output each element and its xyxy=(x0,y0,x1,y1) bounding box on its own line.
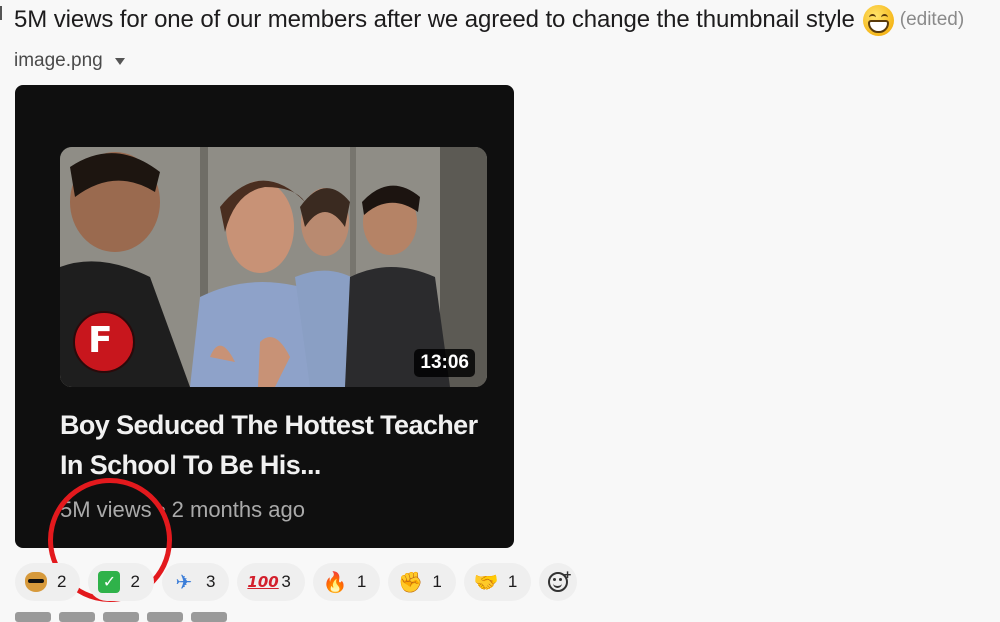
check-mark-icon: ✓ xyxy=(98,571,121,593)
reaction-fire[interactable]: 🔥 1 xyxy=(312,563,381,601)
fist-bump-icon: ✊ xyxy=(398,570,424,594)
reaction-fist-bump[interactable]: ✊ 1 xyxy=(388,563,456,601)
video-thumbnail: F 13:06 xyxy=(60,147,487,387)
preview-block xyxy=(15,612,51,622)
reaction-check-mark[interactable]: ✓ 2 xyxy=(88,563,154,601)
channel-logo-icon: F xyxy=(73,311,135,373)
reaction-count: 1 xyxy=(356,572,367,591)
fire-icon: 🔥 xyxy=(322,570,348,594)
image-attachment[interactable]: F 13:06 Boy Seduced The Hottest Teacher … xyxy=(15,85,514,548)
dog-sunglasses-icon xyxy=(25,572,47,592)
grinning-emoji-icon xyxy=(862,4,894,36)
preview-block xyxy=(103,612,139,622)
reaction-count: 1 xyxy=(507,572,518,591)
reaction-count: 3 xyxy=(281,572,291,591)
reaction-hundred[interactable]: 100 3 xyxy=(237,563,305,601)
reaction-dog-sunglasses[interactable]: 2 xyxy=(15,563,81,601)
next-message-preview xyxy=(15,612,227,622)
reaction-bar: 2 ✓ 2 ✈ 3 100 3 🔥 1 ✊ 1 🤝 1 + xyxy=(15,563,578,601)
plus-icon: + xyxy=(563,567,572,582)
preview-block xyxy=(59,612,95,622)
reaction-airplane[interactable]: ✈ 3 xyxy=(161,563,230,601)
video-title: Boy Seduced The Hottest Teacher In Schoo… xyxy=(60,410,478,480)
airplane-icon: ✈ xyxy=(175,570,193,594)
preview-block xyxy=(147,612,183,622)
reaction-count: 2 xyxy=(130,572,140,591)
message-edge-marker xyxy=(0,6,2,20)
caret-down-icon xyxy=(114,57,125,65)
preview-block xyxy=(191,612,227,622)
reaction-count: 1 xyxy=(432,572,442,591)
video-age: 2 months ago xyxy=(171,497,305,522)
reaction-count: 3 xyxy=(205,572,216,591)
edited-label: (edited) xyxy=(899,9,965,30)
video-duration: 13:06 xyxy=(414,349,475,377)
add-reaction-button[interactable]: + xyxy=(539,563,578,601)
message-text: 5M views for one of our members after we… xyxy=(14,6,855,33)
message-line: 5M views for one of our members after we… xyxy=(14,2,964,38)
file-name: image.png xyxy=(14,50,103,71)
hundred-points-icon: 100 xyxy=(247,573,279,591)
reaction-handshake[interactable]: 🤝 1 xyxy=(463,563,532,601)
reaction-count: 2 xyxy=(57,572,67,591)
handshake-icon: 🤝 xyxy=(473,570,499,594)
file-attachment-toggle[interactable]: image.png xyxy=(14,48,125,74)
